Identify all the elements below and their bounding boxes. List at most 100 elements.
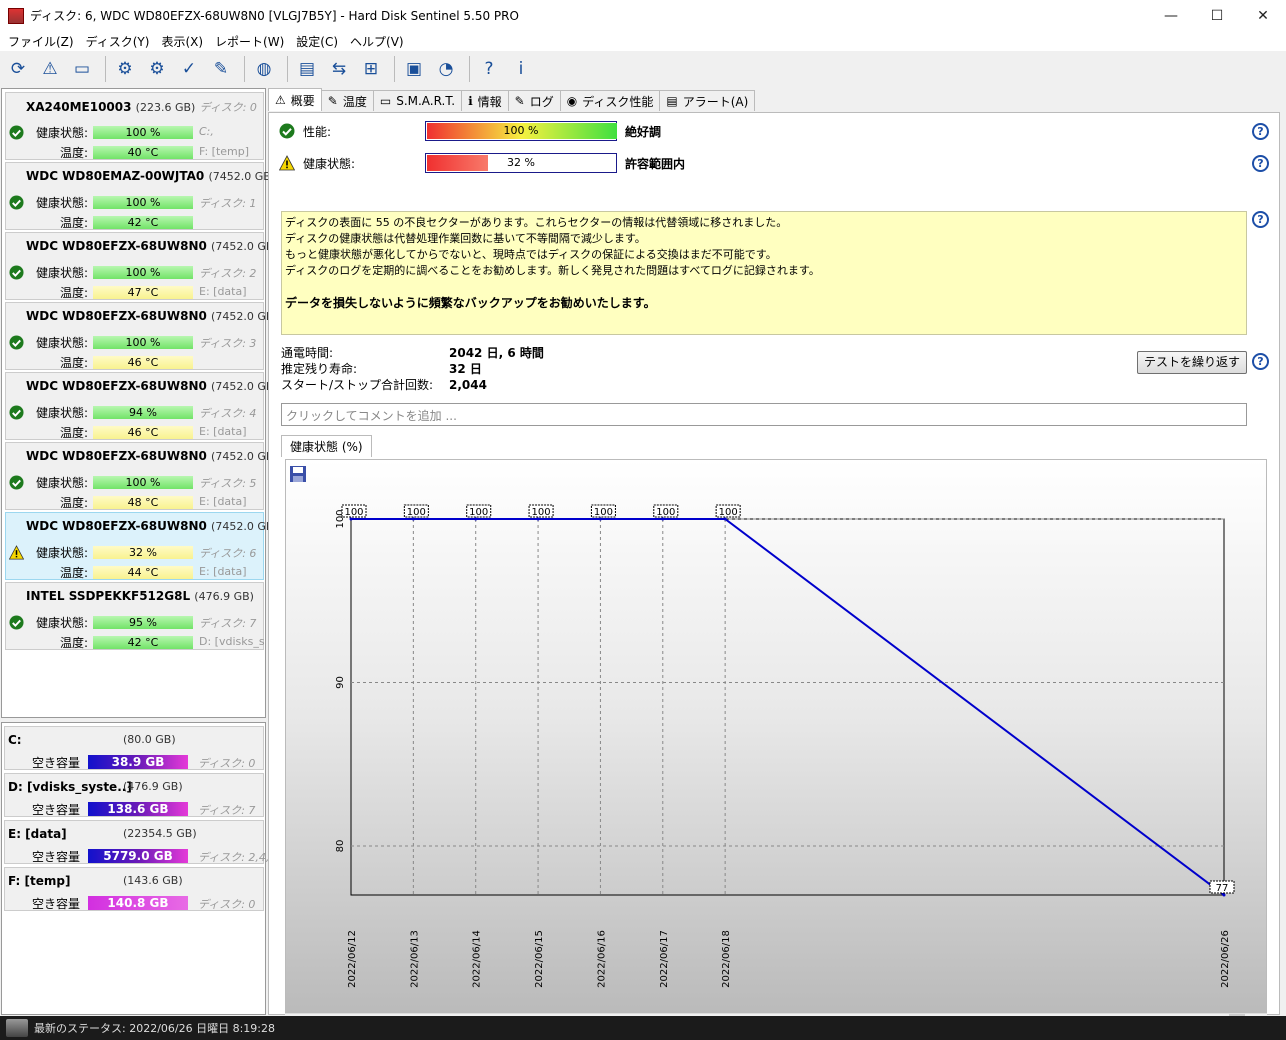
menu-settings[interactable]: 設定(C) — [290, 33, 344, 50]
disk-item[interactable]: WDC WD80EFZX-68UW8N0 (7452.0 GB) 健康状態: 温度:… — [5, 372, 278, 440]
globe-icon[interactable]: ◍ — [250, 55, 278, 83]
retest-button[interactable]: テストを繰り返す — [1137, 351, 1247, 374]
tab-3[interactable]: ℹ 情報 — [461, 90, 509, 111]
temperature-label: 温度: — [59, 496, 88, 510]
tab-label: アラート(A) — [682, 94, 749, 109]
health-line-chart: 100 90 80 100 2022/06/12 100 2022/06/13 100 2022… — [335, 504, 1235, 988]
disk-test-icon[interactable]: ⚙ — [111, 55, 139, 83]
temperature-label: 温度: — [59, 636, 88, 650]
ok-check-icon — [9, 405, 24, 420]
temperature-bar: 40 °C — [93, 146, 193, 159]
disk-item[interactable]: INTEL SSDPEKKF512G8L (476.9 GB) 健康状態: 温度: 9… — [5, 582, 265, 650]
disk-item[interactable]: WDC WD80EFZX-68UW8N0 (7452.0 GB) 健康状態: 温度:… — [5, 232, 278, 300]
disk-item[interactable]: WDC WD80EFZX-68UW8N0 (7452.0 GB) 健康状態: 温度:… — [5, 442, 278, 510]
health-label: 健康状態: — [35, 546, 88, 560]
disk-test2-icon[interactable]: ⚙ — [143, 55, 171, 83]
disk-item[interactable]: WDC WD80EFZX-68UW8N0 (7452.0 GB) 健康状態: 温度:… — [5, 302, 278, 370]
info-icon[interactable]: i — [507, 55, 535, 83]
performance-row: 性能: 100 % 絶好調 — [279, 121, 1269, 141]
volume-size: (80.0 GB) — [123, 733, 176, 746]
disk-item[interactable]: WDC WD80EFZX-68UW8N0 (7452.0 GB) 健康状態: 温度:… — [5, 512, 278, 580]
tab-4[interactable]: ✎ ログ — [507, 90, 561, 111]
health-series-line — [351, 518, 1225, 896]
help-icon[interactable]: ? — [475, 55, 503, 83]
tab-6[interactable]: ▤ アラート(A) — [659, 90, 756, 111]
tab-5[interactable]: ◉ ディスク性能 — [559, 90, 661, 111]
free-space-bar: 140.8 GB — [88, 896, 188, 910]
comment-input[interactable]: クリックしてコメントを追加 ... — [281, 403, 1247, 426]
health-row: 健康状態: 32 % 許容範囲内 — [279, 153, 1269, 173]
tab-health-chart[interactable]: 健康状態 (%) — [281, 435, 372, 457]
menu-report[interactable]: レポート(W) — [209, 33, 290, 50]
temperature-bar: 46 °C — [93, 426, 193, 439]
tab-2[interactable]: ▭ S.M.A.R.T. — [372, 90, 463, 111]
free-space-bar: 38.9 GB — [88, 755, 188, 769]
tab-label: 温度 — [342, 94, 367, 109]
menu-disk[interactable]: ディスク(Y) — [80, 33, 156, 50]
menu-view[interactable]: 表示(X) — [155, 33, 209, 50]
menu-help[interactable]: ヘルプ(V) — [344, 33, 410, 50]
temperature-label: 温度: — [59, 286, 88, 300]
volume-name: F: [temp] — [8, 874, 71, 888]
status-bar: 最新のステータス: 2022/06/26 日曜日 8:19:28 — [0, 1016, 1286, 1040]
tab-0[interactable]: ⚠ 概要 — [268, 88, 322, 111]
disk-side-info: ディスク: 5 — [199, 477, 257, 490]
alert-doc-icon: ▤ — [666, 94, 678, 108]
x-tick-label: 2022/06/16 — [596, 930, 607, 988]
title-bar: ディスク: 6, WDC WD80EFZX-68UW8N0 [VLGJ7B5Y]… — [0, 0, 1286, 31]
close-button[interactable]: ✕ — [1240, 0, 1286, 31]
health-bar: 100 % — [93, 336, 193, 349]
data-label: 100 — [344, 507, 363, 518]
volume-item[interactable]: F: [temp] (143.6 GB) 空き容量 140.8 GB ディスク: 0 — [4, 867, 264, 911]
health-label: 健康状態: — [35, 616, 88, 630]
left-panel: XA240ME10003 (223.6 GB) ディスク: 0 健康状態: 温度: 1… — [1, 88, 278, 1015]
disk-side-info: ディスク: 3 — [199, 337, 257, 350]
minimize-button[interactable]: — — [1148, 0, 1194, 31]
disk-item[interactable]: XA240ME10003 (223.6 GB) ディスク: 0 健康状態: 温度: 1… — [5, 92, 264, 160]
data-label: 100 — [594, 507, 613, 518]
help-icon[interactable]: ? — [1252, 155, 1269, 172]
sync-icon[interactable]: ⇆ — [325, 55, 353, 83]
volume-item[interactable]: D: [vdisks_syste..] (476.9 GB) 空き容量 138.6 G… — [4, 773, 264, 817]
disk-tool-icon[interactable]: ✎ — [207, 55, 235, 83]
performance-label: 性能: — [303, 125, 332, 139]
temperature-label: 温度: — [59, 356, 88, 370]
x-tick-label: 2022/06/12 — [347, 930, 358, 988]
volume-disk: ディスク: 2,4,5 — [198, 851, 277, 864]
volume-item[interactable]: E: [data] (22354.5 GB) 空き容量 5779.0 GB ディスク: … — [4, 820, 276, 864]
disk-side-info: ディスク: 6 — [199, 547, 257, 560]
volume-item[interactable]: C: (80.0 GB) 空き容量 38.9 GB ディスク: 0 — [4, 726, 264, 770]
alert-icon[interactable]: ⚠ — [36, 55, 64, 83]
status-message-box: ディスクの表面に 55 の不良セクターがあります。これらセクターの情報は代替領域… — [281, 211, 1247, 335]
disk-name: WDC WD80EFZX-68UW8N0 (7452.0 GB) — [26, 519, 278, 533]
report-icon[interactable]: ▤ — [293, 55, 321, 83]
disk-icon[interactable]: ▭ — [68, 55, 96, 83]
network-icon[interactable]: ⊞ — [357, 55, 385, 83]
disk-item[interactable]: WDC WD80EMAZ-00WJTA0 (7452.0 GB) 健康状態: 温度:… — [5, 162, 275, 230]
help-icon[interactable]: ? — [1252, 353, 1269, 370]
maximize-button[interactable]: ☐ — [1194, 0, 1240, 31]
disk-name: WDC WD80EMAZ-00WJTA0 (7452.0 GB) — [26, 169, 275, 183]
warning-icon: ⚠ — [275, 93, 286, 107]
sound-icon[interactable]: ◔ — [432, 55, 460, 83]
temperature-bar: 47 °C — [93, 286, 193, 299]
warning-icon — [279, 155, 295, 171]
x-tick-label: 2022/06/14 — [472, 930, 483, 988]
window-title: ディスク: 6, WDC WD80EFZX-68UW8N0 [VLGJ7B5Y]… — [30, 9, 519, 23]
free-space-label: 空き容量 — [32, 756, 81, 770]
disk-side-info: C:, — [199, 125, 214, 138]
refresh-icon[interactable]: ⟳ — [4, 55, 32, 83]
disk-partition-info: E: [data] — [199, 285, 247, 298]
menu-file[interactable]: ファイル(Z) — [2, 33, 80, 50]
x-tick-label: 2022/06/18 — [721, 930, 732, 988]
disk-check-icon[interactable]: ✓ — [175, 55, 203, 83]
data-label: 100 — [719, 507, 738, 518]
help-icon[interactable]: ? — [1252, 211, 1269, 228]
tab-1[interactable]: ✎ 温度 — [320, 90, 374, 111]
help-icon[interactable]: ? — [1252, 123, 1269, 140]
monitor-icon[interactable]: ▣ — [400, 55, 428, 83]
health-label: 健康状態: — [35, 336, 88, 350]
disk-model: WDC WD80EMAZ-00WJTA0 — [26, 169, 205, 183]
power-on-value: 2042 日, 6 時間 — [449, 346, 544, 360]
disk-list: XA240ME10003 (223.6 GB) ディスク: 0 健康状態: 温度: 1… — [1, 88, 278, 718]
